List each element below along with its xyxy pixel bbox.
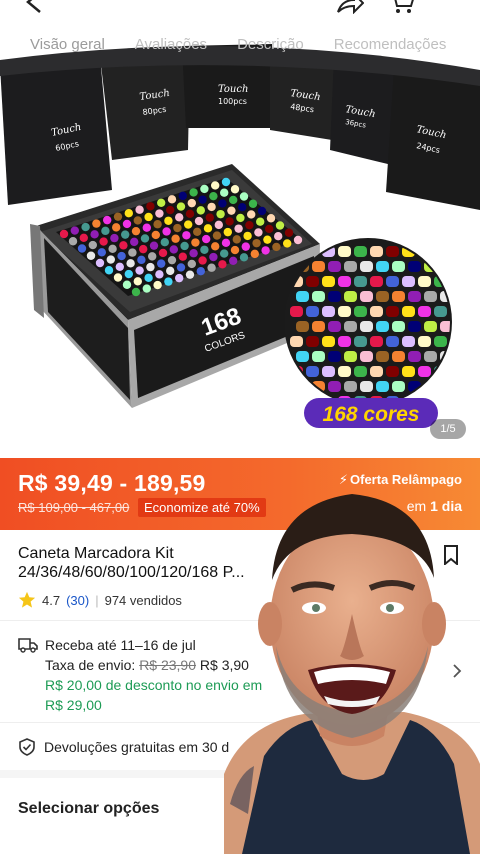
top-nav: Visão geral Avaliações Descrição Recomen… [0, 0, 480, 70]
rating-row[interactable]: 4.7 (30) | 974 vendidos [18, 591, 182, 609]
tab-recomendacoes[interactable]: Recomendações [334, 30, 447, 60]
old-price-range: R$ 109,00 - 467,00 [18, 500, 130, 515]
sold-count: 974 vendidos [104, 592, 182, 608]
price-range: R$ 39,49 - 189,59 [18, 470, 206, 496]
tab-avaliacoes[interactable]: Avaliações [135, 30, 207, 60]
select-options-heading[interactable]: Selecionar opções [18, 800, 159, 818]
shipping-fee-old: R$ 23,90 [139, 657, 197, 673]
cart-icon[interactable] [388, 0, 416, 14]
rating-score: 4.7 [42, 592, 61, 608]
share-icon[interactable] [336, 0, 364, 14]
section-tabs: Visão geral Avaliações Descrição Recomen… [0, 30, 480, 60]
rating-count[interactable]: (30) [66, 593, 89, 608]
separator: | [95, 592, 99, 608]
tab-descricao[interactable]: Descrição [237, 30, 304, 60]
free-returns[interactable]: Devoluções gratuitas em 30 d [18, 738, 229, 756]
bag-brand-3: Touch [218, 84, 248, 95]
bag-label-3: 100pcs [218, 97, 247, 106]
image-counter: 1/5 [430, 419, 466, 439]
free-returns-label: Devoluções gratuitas em 30 d [44, 739, 230, 755]
cores-badge: 168 cores [323, 403, 420, 426]
streamer-video-overlay [224, 494, 480, 854]
closeup-marker-caps [290, 246, 450, 404]
tab-visao-geral[interactable]: Visão geral [30, 30, 105, 60]
back-arrow-icon[interactable] [22, 0, 50, 14]
star-icon [18, 591, 36, 608]
shield-check-icon [19, 738, 35, 756]
shipping-fee-label: Taxa de envio: [45, 657, 136, 673]
truck-icon [18, 638, 38, 653]
